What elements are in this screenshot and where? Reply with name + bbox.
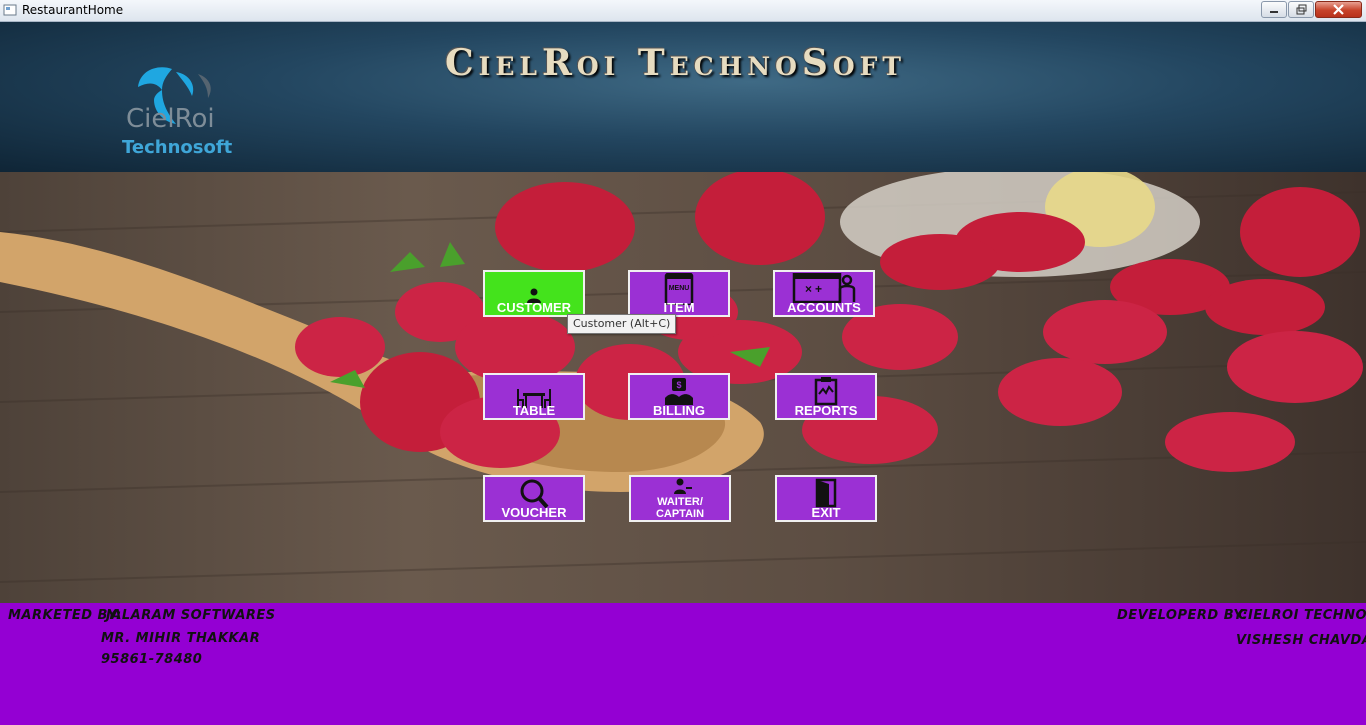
developed-person: Vishesh Chavda (1236, 633, 1366, 648)
accounts-button[interactable]: × + ACCOUNTS (773, 270, 875, 317)
table-button[interactable]: TABLE (483, 373, 585, 420)
minimize-button[interactable] (1261, 1, 1287, 18)
accounts-label: ACCOUNTS (787, 300, 861, 315)
billing-label: BILLING (653, 403, 705, 418)
table-label: TABLE (512, 403, 556, 418)
marketed-company: Jalaram Softwares (106, 608, 276, 623)
voucher-button[interactable]: VOUCHER (483, 475, 585, 522)
voucher-label: VOUCHER (501, 505, 567, 520)
accounts-desk-icon: × + (792, 273, 856, 303)
item-button[interactable]: MENU ITEM (628, 270, 730, 317)
marketed-person: Mr. Mihir Thakkar (101, 631, 261, 646)
door-exit-icon (815, 478, 837, 508)
marketed-phone: 95861-78480 (101, 652, 203, 667)
svg-text:+: + (815, 282, 822, 296)
header-banner: CielRoi Technosoft CielRoi TechnoSoft (0, 22, 1366, 172)
svg-text:$: $ (676, 380, 681, 390)
customer-label: CUSTOMER (496, 300, 572, 315)
exit-label: EXIT (811, 505, 841, 520)
window-title: RestaurantHome (22, 3, 124, 17)
logo-word-cielroi: CielRoi (126, 104, 215, 134)
item-label: ITEM (663, 300, 695, 315)
restore-button[interactable] (1288, 1, 1314, 18)
customer-tooltip: Customer (Alt+C) (567, 314, 677, 334)
developed-by-label: Developerd By: (1117, 608, 1248, 623)
footer-bar: Marketed By: Jalaram Softwares Mr. Mihir… (0, 603, 1366, 725)
billing-button[interactable]: $ BILLING (628, 373, 730, 420)
reports-button[interactable]: REPORTS (775, 373, 877, 420)
money-hand-icon: $ (665, 378, 693, 405)
developed-company: CielRoi Technosoft (1238, 608, 1366, 623)
reports-label: REPORTS (794, 403, 858, 418)
waiter-label: WAITER/ (657, 496, 703, 508)
close-button[interactable] (1315, 1, 1362, 18)
clipboard-chart-icon (814, 377, 838, 406)
menu-card-icon-text: MENU (669, 285, 690, 292)
customer-button[interactable]: CUSTOMER (483, 270, 585, 317)
brand-title: CielRoi TechnoSoft (445, 42, 907, 84)
minimize-icon (1270, 11, 1278, 13)
captain-label: CAPTAIN (655, 508, 705, 520)
marketed-by-label: Marketed By: (8, 608, 122, 623)
logo-word-technosoft: Technosoft (122, 137, 233, 158)
svg-text:×: × (805, 282, 812, 296)
waiter-icon (674, 478, 692, 494)
waiter-captain-button[interactable]: WAITER/ CAPTAIN (629, 475, 731, 522)
close-icon (1333, 4, 1344, 15)
window-titlebar: RestaurantHome (0, 0, 1366, 22)
restore-icon (1296, 4, 1307, 15)
exit-button[interactable]: EXIT (775, 475, 877, 522)
waiter-captain-label: WAITER/ CAPTAIN (631, 496, 729, 520)
app-icon (3, 4, 17, 16)
